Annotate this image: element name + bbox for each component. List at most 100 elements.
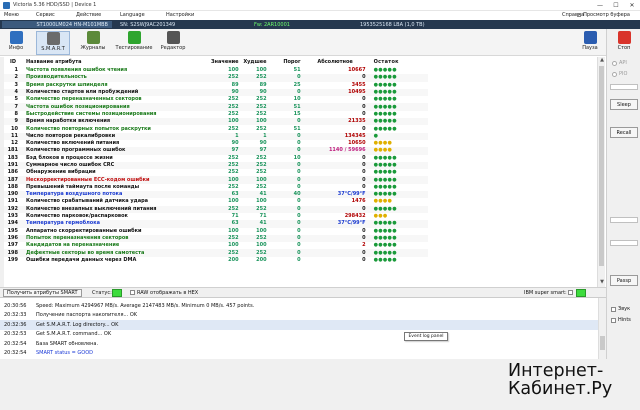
log-entry[interactable]: 20:32:54 База SMART обновлена.	[0, 339, 598, 349]
table-scroll-thumb[interactable]	[599, 66, 604, 266]
radio-pio[interactable]: PIO	[612, 71, 627, 77]
attr-worst: 90	[240, 88, 269, 97]
table-row[interactable]: 4 Количество стартов или пробуждений 90 90 0…	[4, 88, 428, 97]
attr-id: 10	[11, 125, 18, 132]
scroll-down-icon[interactable]: ▼	[598, 279, 606, 287]
drive-model[interactable]: ST1000LM024 HN-M101MBB	[2, 21, 112, 28]
attr-id: 193	[7, 213, 18, 220]
table-row[interactable]: 194 Температура гермоблока 63 41 0 37°C/99°F ●…	[4, 220, 428, 228]
mode-selector[interactable]	[610, 84, 638, 90]
ibm-super-smart-checkbox[interactable]	[568, 290, 573, 295]
log-entry[interactable]: 20:32:53 Get S.M.A.R.T. command... OK	[0, 330, 598, 340]
menu-language[interactable]: Language	[120, 12, 145, 18]
log-entry[interactable]: 20:32:36 Get S.M.A.R.T. Log directory... …	[0, 320, 598, 330]
log-entry[interactable]: 20:32:54 SMART status = GOOD	[0, 349, 598, 359]
event-log-panel[interactable]: 20:30:56 Speed: Maximum 4294967 MB/s. Ave…	[0, 297, 606, 360]
attr-threshold: 0	[297, 213, 301, 220]
attr-id: 11	[4, 132, 24, 140]
col-value[interactable]: Значение	[209, 57, 241, 67]
logs-button[interactable]: Журналы	[78, 31, 108, 55]
table-row[interactable]: 8 Быстродействие системы позиционирования…	[4, 111, 428, 118]
table-row[interactable]: 198 Дефектные секторы во время самотеста 2…	[4, 249, 428, 257]
menu-settings[interactable]: Настройки	[166, 12, 194, 18]
attr-value: 252	[228, 169, 239, 176]
attr-value: 252	[228, 125, 239, 132]
log-entry[interactable]: 20:30:56 Speed: Maximum 4294967 MB/s. Ave…	[0, 301, 598, 311]
raw-hex-toggle[interactable]: RAW отображать в HEX	[130, 290, 198, 296]
table-row[interactable]: 191 Количество срабатываний датчика удара…	[4, 198, 428, 205]
col-threshold[interactable]: Порог	[268, 57, 303, 67]
log-scroll-thumb[interactable]	[600, 336, 605, 350]
attr-threshold: 51	[293, 125, 301, 132]
mini-slot-2[interactable]	[610, 240, 638, 246]
col-id[interactable]: ID	[4, 57, 24, 67]
col-health[interactable]: Остаток	[367, 57, 428, 67]
table-row[interactable]: 11 Число повторов рекалибровки 1 1 0 134345 ●	[4, 132, 428, 140]
table-row[interactable]: 187 Нескорректированные ECC-кодом ошибки 1…	[4, 176, 428, 184]
log-scrollbar[interactable]	[598, 298, 606, 360]
table-row[interactable]: 183 Бэд блоков в процессе жизни 252 252 10 0 ●…	[4, 155, 428, 162]
radio-api-dot	[612, 60, 617, 66]
menu-main[interactable]: Меню	[4, 12, 19, 18]
smart-button[interactable]: S.M.A.R.T	[36, 31, 70, 55]
menu-action[interactable]: Действие	[76, 12, 101, 18]
scroll-up-icon[interactable]: ▲	[598, 57, 606, 65]
sleep-button[interactable]: Sleep	[610, 99, 638, 110]
table-row[interactable]: 197 Кандидатов на переназначение 100 100 0 2 ●…	[4, 242, 428, 249]
maximize-button[interactable]: ☐	[608, 0, 624, 11]
table-row[interactable]: 181 Количество программных ошибок 97 97 0 114…	[4, 147, 428, 155]
table-row[interactable]: 9 Время наработки включения 100 100 0 21335 ●●…	[4, 118, 428, 126]
attr-worst: 252	[256, 110, 267, 117]
table-row[interactable]: 195 Аппаратно скорректированные ошибки 100…	[4, 228, 428, 235]
hints-toggle[interactable]: Hints	[611, 317, 631, 323]
toolbar: Инфо S.M.A.R.T Журналы Тестирование Реда…	[0, 29, 640, 56]
buffer-viewer-toggle[interactable]: Просмотр буфера	[577, 12, 630, 18]
table-row[interactable]: 2 Производительность 252 252 0 0 ●●●●●	[4, 74, 428, 82]
sound-checkbox[interactable]	[611, 306, 616, 312]
col-raw[interactable]: Абсолютное	[302, 57, 368, 67]
buffer-viewer-checkbox[interactable]	[577, 13, 582, 17]
attr-raw: 0	[302, 161, 368, 170]
testing-button[interactable]: Тестирование	[114, 31, 154, 55]
table-scrollbar[interactable]: ▲ ▼	[597, 57, 605, 287]
attr-value: 252	[228, 96, 239, 103]
radio-api[interactable]: API	[612, 60, 627, 66]
table-row[interactable]: 199 Ошибки передачи данных через DMA 200 20…	[4, 257, 428, 264]
attr-health: ●●●●●	[373, 242, 397, 249]
close-button[interactable]: ✕	[624, 0, 640, 11]
table-row[interactable]: 5 Количество переназначенных секторов 252 2…	[4, 96, 428, 103]
table-row[interactable]: 1 Частота появления ошибок чтения 100 100 51…	[4, 67, 428, 74]
table-row[interactable]: 7 Частота ошибок позиционирования 252 252 51…	[4, 103, 428, 111]
menu-service[interactable]: Сервис	[36, 12, 55, 18]
attr-value: 252	[228, 183, 239, 190]
minimize-button[interactable]: —	[592, 0, 608, 11]
table-row[interactable]: 186 Обнаружение вибрации 252 252 0 0 ●●●●●	[4, 169, 428, 176]
recall-button[interactable]: Recall	[610, 127, 638, 138]
table-row[interactable]: 188 Превышений таймаута после команды 252 2…	[4, 184, 428, 191]
pause-button[interactable]: Пауза	[578, 31, 602, 55]
col-name[interactable]: Название атрибута	[24, 57, 209, 67]
table-row[interactable]: 3 Время раскрутки шпинделя 89 89 25 3455 ●●●●●	[4, 82, 428, 89]
attr-health: ●●●●●	[367, 103, 428, 111]
raw-hex-checkbox[interactable]	[130, 290, 135, 295]
stop-button[interactable]: Стоп	[610, 28, 638, 54]
editor-button[interactable]: Редактор	[158, 31, 188, 55]
table-row[interactable]: 192 Количество внезапных выключений питан…	[4, 205, 428, 213]
attr-value: 252	[209, 74, 241, 82]
attr-worst: 100	[240, 118, 269, 126]
hints-checkbox[interactable]	[611, 317, 616, 323]
attr-value: 252	[228, 110, 239, 117]
passp-button[interactable]: Passp	[610, 275, 638, 286]
attr-id: 8	[14, 110, 18, 117]
mini-slot-1[interactable]	[610, 217, 638, 223]
attr-value: 100	[209, 118, 241, 126]
attr-threshold: 0	[268, 234, 303, 243]
info-button[interactable]: Инфо	[2, 31, 30, 55]
get-smart-button[interactable]: Получить атрибуты SMART	[3, 289, 82, 297]
table-row[interactable]: 196 Попыток переназначения секторов 252 252…	[4, 234, 428, 243]
attr-worst: 100	[256, 67, 267, 74]
sound-toggle[interactable]: Звук	[611, 306, 630, 312]
table-row[interactable]: 10 Количество повторных попыток раскрутки…	[4, 125, 428, 132]
log-entry[interactable]: 20:32:33 Получение паспорта накопителя...…	[0, 311, 598, 321]
col-worst[interactable]: Худшее	[240, 57, 269, 67]
